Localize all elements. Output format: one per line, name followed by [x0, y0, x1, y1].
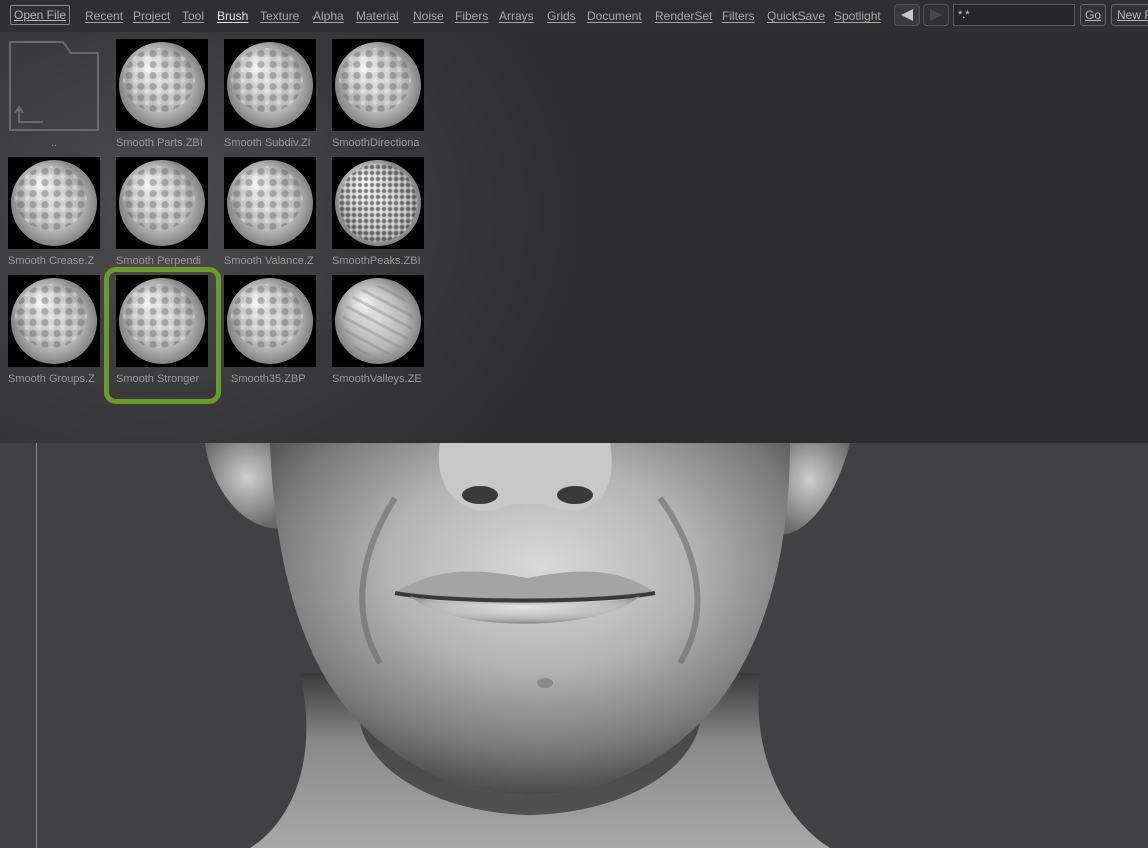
brush-thumbnail	[116, 275, 208, 367]
open-file-button[interactable]: Open File	[10, 5, 70, 25]
brush-tile-smooth-parts[interactable]: Smooth Parts.ZBI	[116, 39, 216, 151]
brush-thumbnail	[332, 39, 424, 131]
brush-tile-smooth-crease[interactable]: Smooth Crease.Z	[8, 157, 108, 269]
arrow-right-icon	[930, 9, 942, 21]
menu-renderset[interactable]: RenderSet	[655, 9, 712, 23]
brush-label: Smooth35.ZBP	[231, 373, 306, 385]
menu-fibers[interactable]: Fibers	[455, 9, 488, 23]
menu-alpha[interactable]: Alpha	[313, 9, 344, 23]
brush-label: Smooth Valance.Z	[224, 255, 314, 267]
brush-tile-smooth-subdiv[interactable]: Smooth Subdiv.ZI	[224, 39, 324, 151]
brush-tile-smooth-valance[interactable]: Smooth Valance.Z	[224, 157, 324, 269]
menu-project[interactable]: Project	[133, 9, 170, 23]
sculpt-viewport[interactable]	[0, 443, 1148, 848]
menu-tool[interactable]: Tool	[182, 9, 204, 23]
brush-thumbnail	[116, 39, 208, 131]
menu-grids[interactable]: Grids	[547, 9, 576, 23]
brush-thumbnail	[224, 275, 316, 367]
folder-up-icon	[9, 41, 99, 131]
menu-noise[interactable]: Noise	[413, 9, 444, 23]
brush-label: Smooth Perpendi	[116, 255, 201, 267]
brush-tile-smooth-groups[interactable]: Smooth Groups.Z	[8, 275, 108, 387]
brush-tile-smooth-perpendicular[interactable]: Smooth Perpendi	[116, 157, 216, 269]
menu-brush[interactable]: Brush	[217, 9, 248, 23]
menu-quicksave[interactable]: QuickSave	[767, 9, 825, 23]
brush-tile-smooth-directional[interactable]: SmoothDirectiona	[332, 39, 432, 151]
parent-folder-label: ..	[50, 137, 58, 149]
brush-thumbnail	[224, 39, 316, 131]
face-sculpt-render	[205, 443, 850, 848]
brush-thumbnail	[224, 157, 316, 249]
menu-material[interactable]: Material	[356, 9, 399, 23]
menu-spotlight[interactable]: Spotlight	[834, 9, 881, 23]
brush-label: Smooth Stronger	[116, 373, 200, 385]
brush-label: Smooth Crease.Z	[8, 255, 95, 267]
menu-recent[interactable]: Recent	[85, 9, 123, 23]
new-folder-button[interactable]: New F	[1111, 4, 1148, 26]
file-browser-panel: .. Smooth Parts.ZBI Smooth Subdiv.ZI Smo…	[0, 32, 1148, 443]
brush-thumbnail	[332, 275, 424, 367]
go-button[interactable]: Go	[1080, 4, 1106, 26]
menu-document[interactable]: Document	[587, 9, 642, 23]
brush-tile-smooth-valleys[interactable]: SmoothValleys.ZE	[332, 275, 432, 387]
file-filter-input[interactable]	[953, 4, 1075, 26]
brush-label: SmoothDirectiona	[332, 137, 420, 149]
brush-thumbnail	[8, 157, 100, 249]
brush-label: SmoothValleys.ZE	[332, 373, 422, 385]
brush-label: Smooth Groups.Z	[8, 373, 95, 385]
brush-thumbnail	[332, 157, 424, 249]
arrow-left-icon	[901, 9, 913, 21]
top-menu-bar: Open File Recent Project Tool Brush Text…	[0, 0, 1148, 32]
brush-thumbnail	[116, 157, 208, 249]
brush-tile-smooth35[interactable]: Smooth35.ZBP	[224, 275, 324, 387]
brush-tile-smooth-peaks[interactable]: SmoothPeaks.ZBI	[332, 157, 432, 269]
menu-filters[interactable]: Filters	[722, 9, 755, 23]
menu-arrays[interactable]: Arrays	[499, 9, 534, 23]
brush-label: Smooth Parts.ZBI	[116, 137, 203, 149]
brush-label: SmoothPeaks.ZBI	[332, 255, 421, 267]
brush-label: Smooth Subdiv.ZI	[224, 137, 311, 149]
parent-folder-tile[interactable]: ..	[7, 39, 101, 151]
brush-thumbnail	[8, 275, 100, 367]
brush-tile-smooth-stronger[interactable]: Smooth Stronger	[116, 275, 216, 387]
menu-texture[interactable]: Texture	[260, 9, 299, 23]
back-button[interactable]	[894, 4, 920, 26]
forward-button[interactable]	[923, 4, 949, 26]
